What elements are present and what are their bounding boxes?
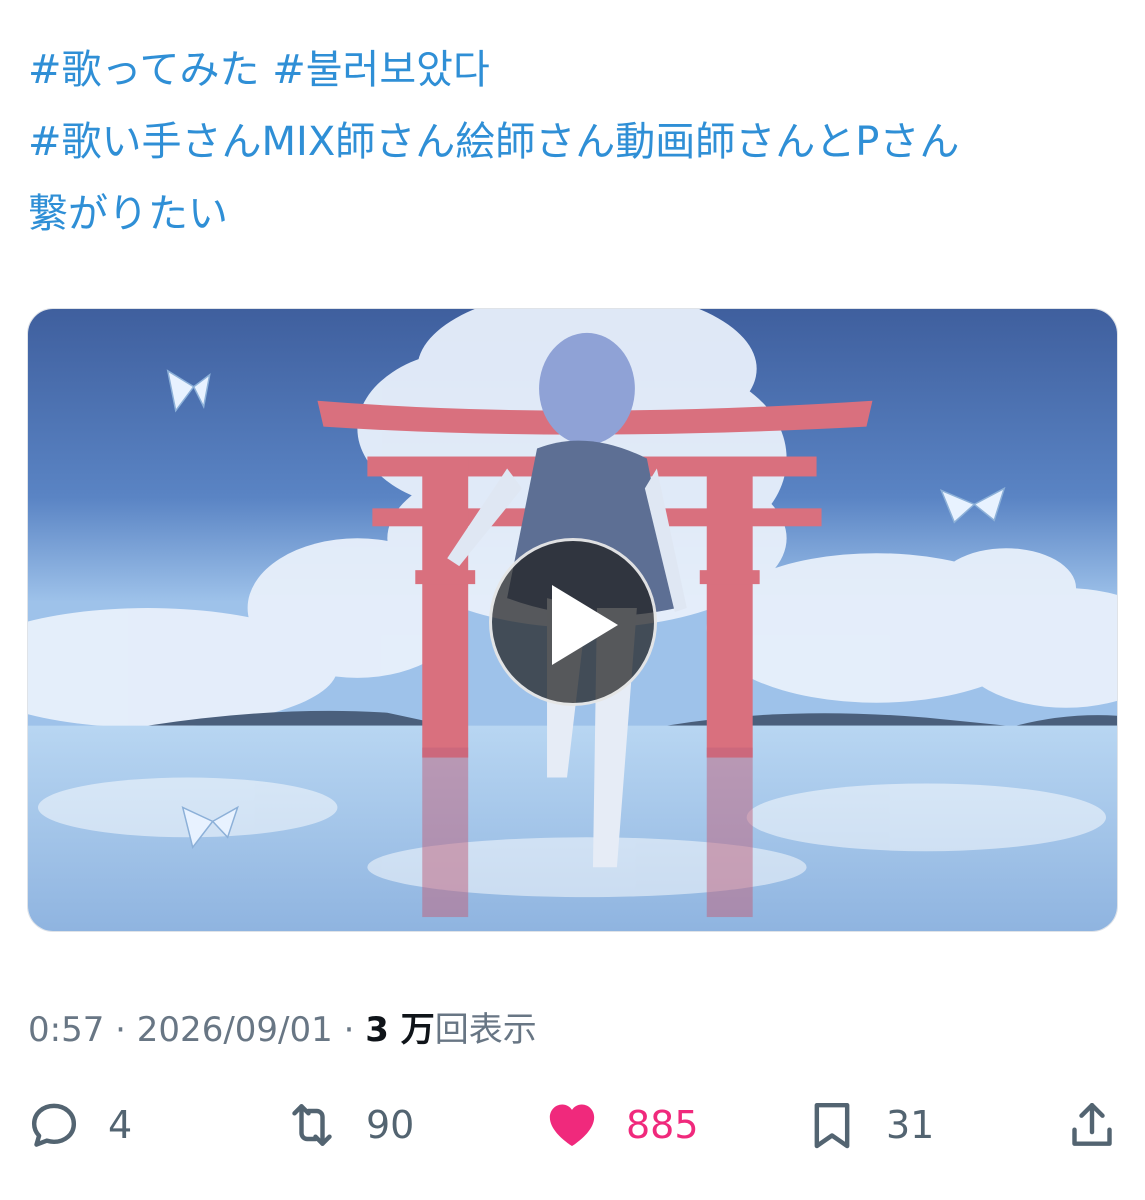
hashtag-utattemita[interactable]: #歌ってみた <box>28 47 260 93</box>
hashtag-bulleobwatda[interactable]: #불러보았다 <box>272 47 490 93</box>
action-bar: 4 90 885 31 <box>0 1090 1145 1160</box>
share-icon <box>1072 1102 1112 1146</box>
reply-icon <box>31 1103 77 1147</box>
share-button[interactable] <box>1064 1090 1120 1160</box>
hashtag-line-3[interactable]: 繋がりたい <box>28 178 1118 250</box>
hashtag-line-1: #歌ってみた #불러보았다 <box>28 34 1118 106</box>
tweet-text: #歌ってみた #불러보았다 #歌い手さんMIX師さん絵師さん動画師さんとPさん … <box>28 34 1118 250</box>
post-date[interactable]: 2026/09/01 <box>137 1010 333 1050</box>
video-thumbnail[interactable] <box>27 308 1118 932</box>
like-button[interactable]: 885 <box>544 1090 699 1160</box>
meta-separator-2: · <box>332 1010 366 1050</box>
video-duration: 0:57 <box>28 1010 105 1050</box>
tweet-detail: #歌ってみた #불러보았다 #歌い手さんMIX師さん絵師さん動画師さんとPさん … <box>0 0 1145 1200</box>
reply-button[interactable]: 4 <box>26 1090 132 1160</box>
retweet-button[interactable]: 90 <box>284 1090 414 1160</box>
bookmark-button[interactable]: 31 <box>804 1090 934 1160</box>
play-button[interactable] <box>489 538 657 706</box>
tweet-meta: 0:57 · 2026/09/01 · 3 万回表示 <box>28 1002 537 1051</box>
retweet-count: 90 <box>366 1103 415 1147</box>
meta-separator: · <box>104 1010 137 1050</box>
bookmark-count: 31 <box>886 1103 935 1147</box>
hashtag-line-2[interactable]: #歌い手さんMIX師さん絵師さん動画師さんとPさん <box>28 106 1118 178</box>
like-count: 885 <box>626 1103 699 1147</box>
retweet-icon <box>292 1104 332 1146</box>
play-icon <box>552 585 618 665</box>
bookmark-icon <box>814 1102 850 1149</box>
view-count[interactable]: 3 万 <box>365 1010 435 1050</box>
hashtag-connect-creators-cont[interactable]: 繋がりたい <box>28 191 228 237</box>
view-label[interactable]: 回表示 <box>435 1010 537 1050</box>
hashtag-connect-creators[interactable]: #歌い手さんMIX師さん絵師さん動画師さんとPさん <box>28 119 959 165</box>
reply-count: 4 <box>108 1103 133 1147</box>
heart-icon <box>549 1104 595 1146</box>
